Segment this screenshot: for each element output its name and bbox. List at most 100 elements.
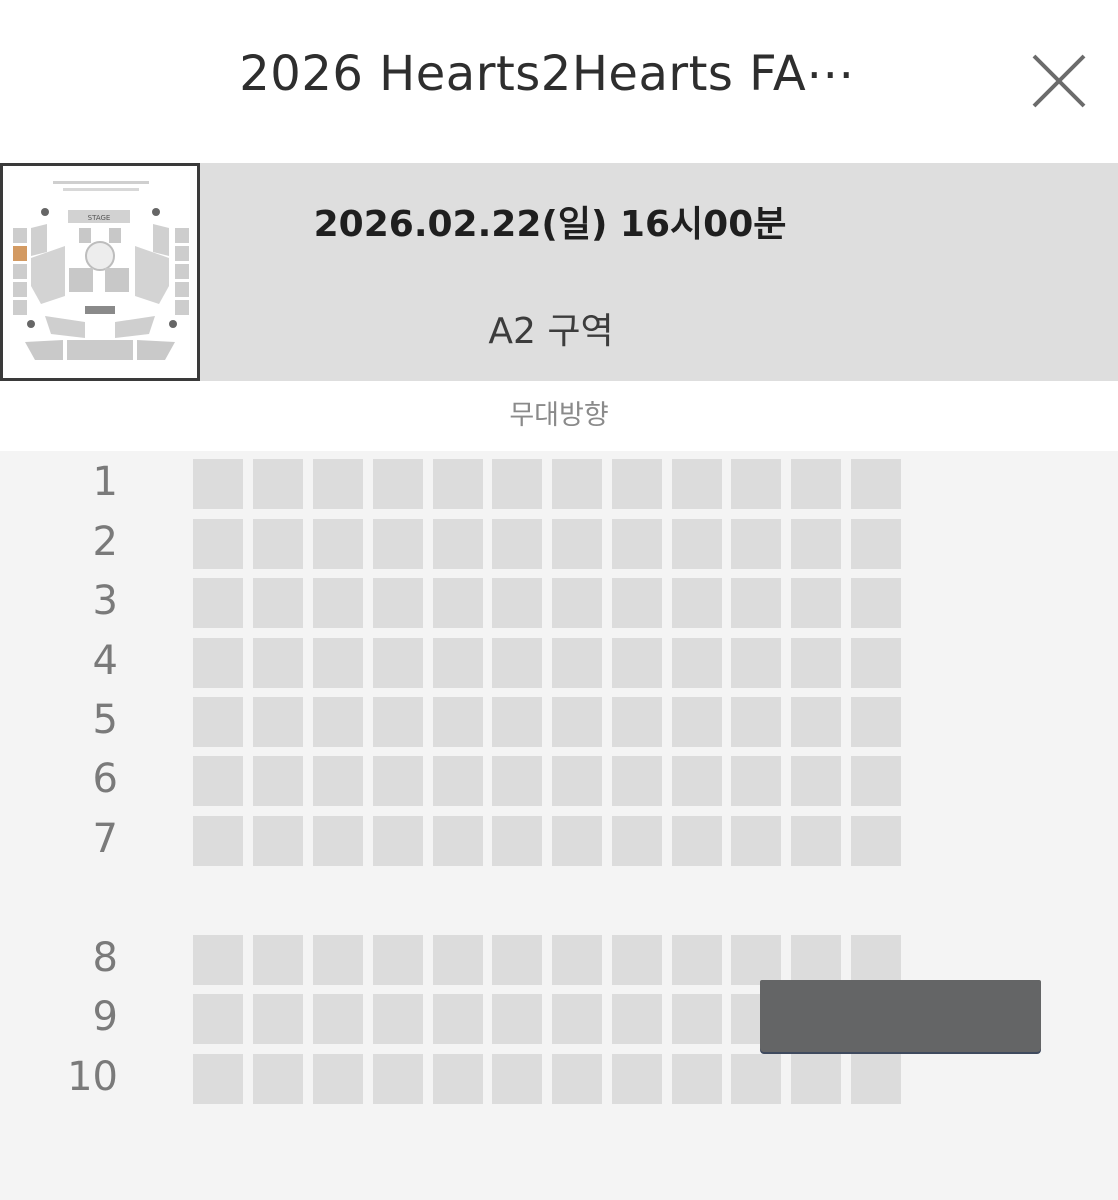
seat[interactable]	[253, 697, 303, 747]
seat[interactable]	[433, 459, 483, 509]
seat[interactable]	[612, 816, 662, 866]
seat[interactable]	[492, 1054, 542, 1104]
seat[interactable]	[253, 578, 303, 628]
seat[interactable]	[492, 756, 542, 806]
seat[interactable]	[791, 638, 841, 688]
seat[interactable]	[552, 935, 602, 985]
seat[interactable]	[313, 578, 363, 628]
seat[interactable]	[731, 697, 781, 747]
seat[interactable]	[851, 519, 901, 569]
seat[interactable]	[731, 816, 781, 866]
seat[interactable]	[433, 578, 483, 628]
seat[interactable]	[552, 638, 602, 688]
seat[interactable]	[851, 459, 901, 509]
seat[interactable]	[851, 816, 901, 866]
seat[interactable]	[672, 1054, 722, 1104]
seat[interactable]	[672, 994, 722, 1044]
seat[interactable]	[851, 935, 901, 985]
seat[interactable]	[253, 756, 303, 806]
seat[interactable]	[373, 994, 423, 1044]
seat[interactable]	[253, 638, 303, 688]
seat[interactable]	[193, 756, 243, 806]
seat[interactable]	[552, 459, 602, 509]
seat[interactable]	[851, 697, 901, 747]
seat[interactable]	[373, 816, 423, 866]
seat[interactable]	[731, 638, 781, 688]
seat[interactable]	[731, 459, 781, 509]
seat[interactable]	[373, 697, 423, 747]
seat[interactable]	[672, 935, 722, 985]
seat[interactable]	[552, 697, 602, 747]
seat[interactable]	[433, 697, 483, 747]
seat[interactable]	[253, 459, 303, 509]
seat[interactable]	[373, 459, 423, 509]
seat[interactable]	[672, 578, 722, 628]
seat[interactable]	[253, 994, 303, 1044]
seat[interactable]	[373, 578, 423, 628]
seat[interactable]	[373, 756, 423, 806]
seat[interactable]	[612, 1054, 662, 1104]
seat[interactable]	[492, 578, 542, 628]
seat[interactable]	[433, 638, 483, 688]
seat[interactable]	[672, 519, 722, 569]
seat[interactable]	[672, 697, 722, 747]
seat[interactable]	[612, 756, 662, 806]
seat[interactable]	[193, 459, 243, 509]
seat[interactable]	[433, 935, 483, 985]
seat[interactable]	[313, 1054, 363, 1104]
seat[interactable]	[731, 756, 781, 806]
seat[interactable]	[433, 816, 483, 866]
seat[interactable]	[791, 756, 841, 806]
seat[interactable]	[492, 519, 542, 569]
seat[interactable]	[193, 578, 243, 628]
seat[interactable]	[552, 994, 602, 1044]
seat[interactable]	[253, 519, 303, 569]
seat[interactable]	[313, 459, 363, 509]
seat[interactable]	[731, 1054, 781, 1104]
seat[interactable]	[193, 519, 243, 569]
seat[interactable]	[851, 578, 901, 628]
seat[interactable]	[193, 697, 243, 747]
seat[interactable]	[373, 1054, 423, 1104]
seat[interactable]	[313, 638, 363, 688]
close-icon[interactable]	[1030, 52, 1088, 110]
seat[interactable]	[492, 816, 542, 866]
seat[interactable]	[193, 816, 243, 866]
seat[interactable]	[313, 816, 363, 866]
seat[interactable]	[731, 578, 781, 628]
seat[interactable]	[253, 1054, 303, 1104]
seat[interactable]	[612, 994, 662, 1044]
seat[interactable]	[313, 697, 363, 747]
seat[interactable]	[552, 816, 602, 866]
seat[interactable]	[492, 994, 542, 1044]
seat[interactable]	[612, 519, 662, 569]
seat[interactable]	[791, 519, 841, 569]
seat[interactable]	[433, 519, 483, 569]
seat[interactable]	[313, 756, 363, 806]
seat[interactable]	[791, 935, 841, 985]
seat[interactable]	[791, 816, 841, 866]
seat[interactable]	[672, 459, 722, 509]
seat[interactable]	[731, 519, 781, 569]
seat[interactable]	[791, 578, 841, 628]
seat[interactable]	[492, 697, 542, 747]
seat[interactable]	[552, 578, 602, 628]
seat[interactable]	[373, 638, 423, 688]
seat[interactable]	[373, 519, 423, 569]
seat[interactable]	[612, 697, 662, 747]
seat[interactable]	[552, 519, 602, 569]
seat[interactable]	[851, 756, 901, 806]
seat[interactable]	[373, 935, 423, 985]
seat[interactable]	[313, 519, 363, 569]
seat[interactable]	[552, 1054, 602, 1104]
seat[interactable]	[612, 638, 662, 688]
seat[interactable]	[791, 697, 841, 747]
seat[interactable]	[253, 816, 303, 866]
seat[interactable]	[851, 638, 901, 688]
seat[interactable]	[433, 756, 483, 806]
seat[interactable]	[672, 816, 722, 866]
seat[interactable]	[433, 994, 483, 1044]
seat[interactable]	[672, 638, 722, 688]
seat[interactable]	[492, 638, 542, 688]
seat[interactable]	[193, 638, 243, 688]
